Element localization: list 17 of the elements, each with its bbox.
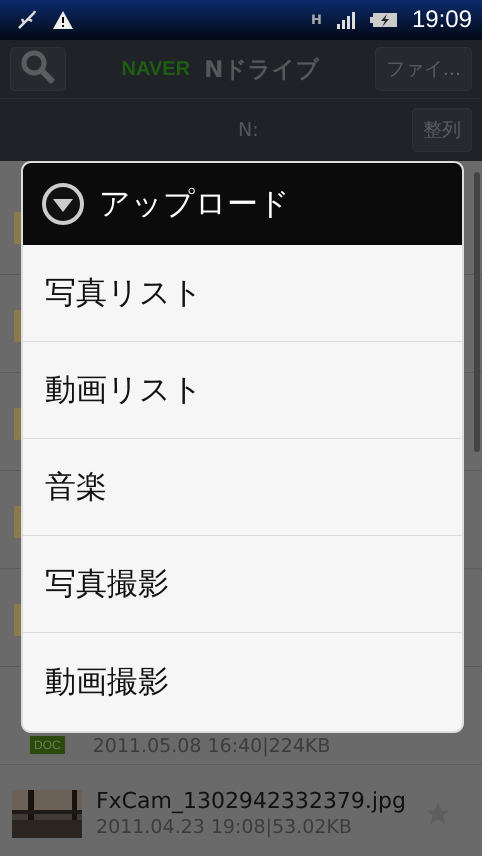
logo: NAVER	[122, 58, 190, 80]
signal-icon	[336, 11, 356, 29]
network-type: H	[311, 12, 322, 28]
dropdown-icon	[41, 182, 85, 226]
search-icon	[20, 48, 56, 84]
menu-item[interactable]: 動画リスト	[23, 342, 462, 439]
menu-item[interactable]: 動画撮影	[23, 633, 462, 730]
clock: 19:09	[412, 6, 472, 34]
warning-icon	[52, 10, 74, 30]
battery-charging-icon	[370, 11, 398, 29]
menu-item[interactable]: 写真リスト	[23, 245, 462, 342]
menu-item[interactable]: 写真撮影	[23, 536, 462, 633]
search-button[interactable]	[10, 47, 66, 91]
menu-item[interactable]: 音楽	[23, 439, 462, 536]
dialog-title: アップロード	[99, 185, 290, 224]
file-name: FxCam_1302942332379.jpg	[96, 789, 406, 814]
doc-badge: DOC	[30, 736, 65, 754]
